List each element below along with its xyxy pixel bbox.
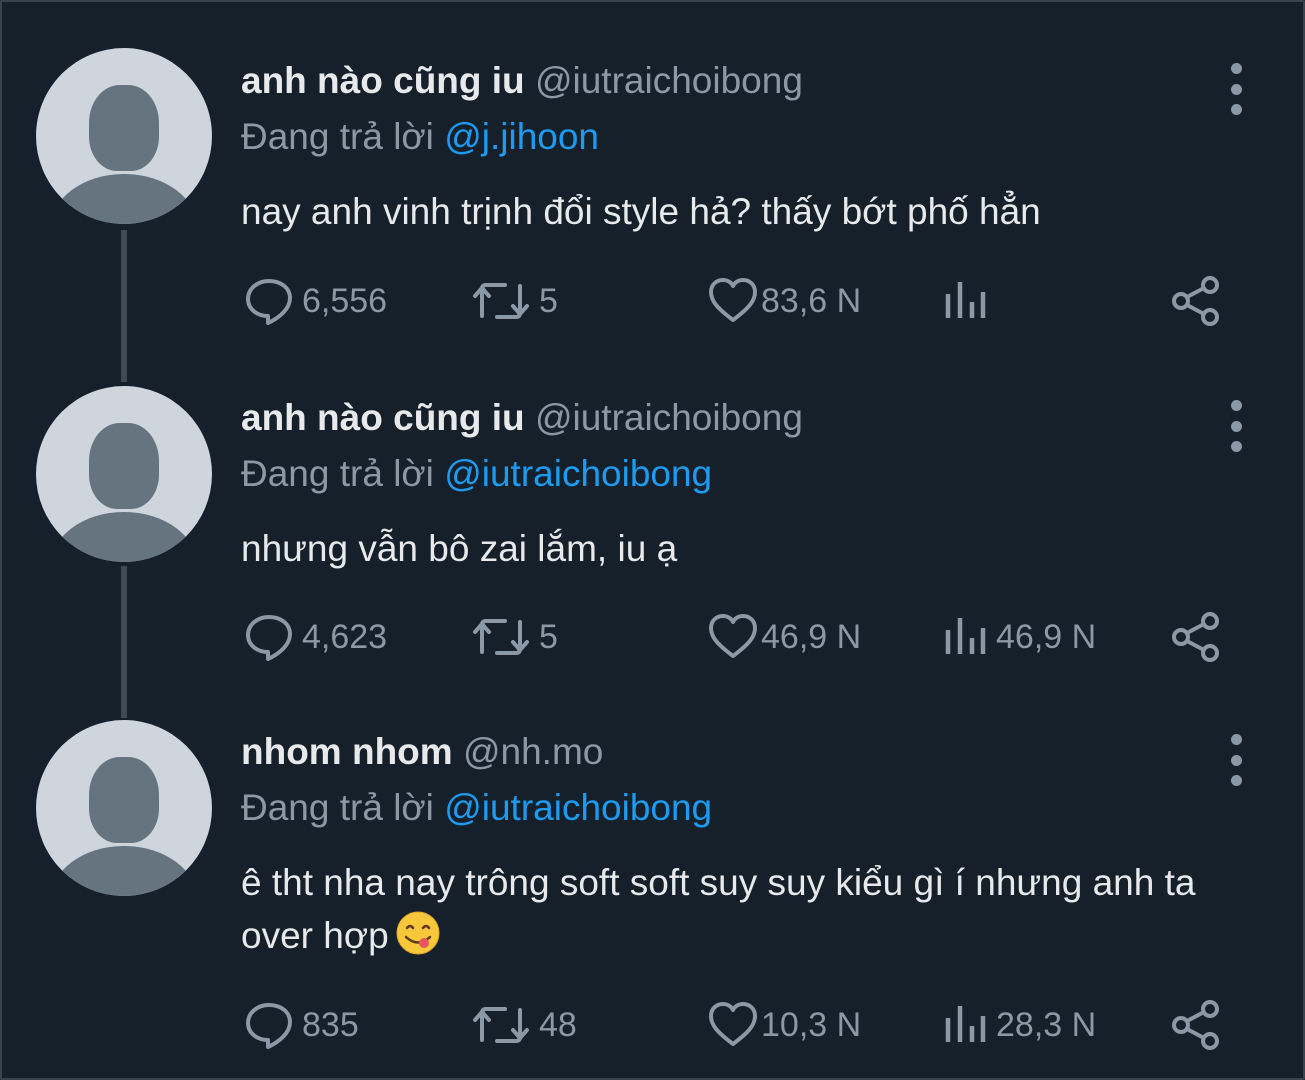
retweet-count: 5 <box>539 281 558 320</box>
reply-context: Đang trả lời @iutraichoibong <box>241 452 712 496</box>
like-button[interactable]: 83,6 N <box>707 276 861 326</box>
bar-chart-icon <box>945 282 986 318</box>
bar-chart-icon <box>945 1006 986 1042</box>
speech-bubble-icon <box>246 279 292 325</box>
reply-button[interactable]: 6,556 <box>244 276 387 326</box>
retweet-count: 5 <box>539 617 558 656</box>
avatar[interactable] <box>36 48 212 224</box>
default-avatar-head-icon <box>89 85 159 171</box>
dot <box>1230 83 1242 95</box>
reply-prefix: Đang trả lời <box>241 116 434 157</box>
tweet-actions: 4,623 5 46,9 N 46,9 N <box>2 612 1305 662</box>
default-avatar-body-icon <box>50 846 198 896</box>
display-name[interactable]: nhom nhom <box>241 731 453 772</box>
dot <box>1230 775 1242 786</box>
reply-button[interactable]: 835 <box>244 1000 359 1050</box>
share-button[interactable] <box>1170 1000 1224 1050</box>
user-handle[interactable]: @nh.mo <box>463 731 603 772</box>
share-button[interactable] <box>1170 276 1224 326</box>
more-options-button[interactable] <box>1222 59 1250 115</box>
reply-mention-link[interactable]: @j.jihoon <box>444 116 599 157</box>
tweet-header: anh nào cũng iu @iutraichoibong <box>241 396 803 440</box>
like-count: 10,3 N <box>761 1005 862 1044</box>
bar-chart-icon <box>945 618 986 654</box>
share-button[interactable] <box>1170 612 1224 662</box>
dot <box>1230 441 1242 452</box>
reply-mention-link[interactable]: @iutraichoibong <box>444 453 712 494</box>
tweet-text: nhưng vẫn bô zai lắm, iu ạ <box>241 528 678 569</box>
avatar[interactable] <box>36 720 212 896</box>
reply-prefix: Đang trả lời <box>241 787 434 828</box>
retweet-icon <box>473 1007 529 1043</box>
like-count: 46,9 N <box>761 617 862 656</box>
tweet-text: nay anh vinh trịnh đổi style hả? thấy bớ… <box>241 191 1041 232</box>
default-avatar-head-icon <box>89 423 159 509</box>
vertical-dots-icon <box>1230 63 1242 74</box>
heart-icon <box>709 278 757 322</box>
avatar[interactable] <box>36 386 212 562</box>
speech-bubble-icon <box>246 1003 292 1049</box>
share-icon <box>1172 276 1219 326</box>
tweet-text: ê tht nha nay trông soft soft suy suy ki… <box>241 856 1231 962</box>
reply-mention-link[interactable]: @iutraichoibong <box>444 787 712 828</box>
retweet-button[interactable]: 48 <box>471 1000 577 1050</box>
reply-prefix: Đang trả lời <box>241 453 434 494</box>
tweet-header: anh nào cũng iu @iutraichoibong <box>241 59 803 103</box>
views-count: 28,3 N <box>996 1005 1097 1044</box>
heart-icon <box>709 614 757 658</box>
views-button[interactable]: 28,3 N <box>942 1000 1096 1050</box>
display-name[interactable]: anh nào cũng iu <box>241 397 525 438</box>
heart-icon <box>709 1002 757 1046</box>
retweet-icon <box>473 619 529 655</box>
retweet-count: 48 <box>539 1005 577 1044</box>
reply-count: 4,623 <box>302 617 388 656</box>
views-button[interactable] <box>942 276 996 326</box>
thread-container: anh nào cũng iu @iutraichoibong Đang trả… <box>0 0 1305 1080</box>
vertical-dots-icon <box>1230 400 1242 411</box>
views-count: 46,9 N <box>996 617 1097 656</box>
user-handle[interactable]: @iutraichoibong <box>535 397 803 438</box>
share-icon <box>1172 612 1219 662</box>
tweet-header: nhom nhom @nh.mo <box>241 730 603 774</box>
reply-context: Đang trả lời @j.jihoon <box>241 115 599 159</box>
default-avatar-body-icon <box>50 512 198 562</box>
dot <box>1230 754 1242 766</box>
display-name[interactable]: anh nào cũng iu <box>241 60 525 101</box>
like-button[interactable]: 10,3 N <box>707 1000 861 1050</box>
retweet-button[interactable]: 5 <box>471 612 558 662</box>
reply-context: Đang trả lời @iutraichoibong <box>241 786 712 830</box>
dot <box>1230 420 1242 432</box>
tweet-text-body: ê tht nha nay trông soft soft suy suy ki… <box>241 862 1196 956</box>
face-savoring-food-emoji-icon <box>396 911 440 955</box>
dot <box>1230 104 1242 115</box>
tweet-actions: 835 48 10,3 N 28,3 N <box>2 1000 1305 1050</box>
retweet-icon <box>473 283 529 319</box>
reply-count: 835 <box>302 1005 359 1044</box>
vertical-dots-icon <box>1230 734 1242 745</box>
like-count: 83,6 N <box>761 281 862 320</box>
reply-count: 6,556 <box>302 281 388 320</box>
default-avatar-body-icon <box>50 174 198 224</box>
retweet-button[interactable]: 5 <box>471 276 558 326</box>
default-avatar-head-icon <box>89 757 159 843</box>
more-options-button[interactable] <box>1222 730 1250 786</box>
like-button[interactable]: 46,9 N <box>707 612 861 662</box>
reply-button[interactable]: 4,623 <box>244 612 387 662</box>
more-options-button[interactable] <box>1222 396 1250 452</box>
user-handle[interactable]: @iutraichoibong <box>535 60 803 101</box>
tweet-actions: 6,556 5 83,6 N <box>2 276 1305 326</box>
views-button[interactable]: 46,9 N <box>942 612 1096 662</box>
speech-bubble-icon <box>246 615 292 661</box>
share-icon <box>1172 1000 1219 1050</box>
